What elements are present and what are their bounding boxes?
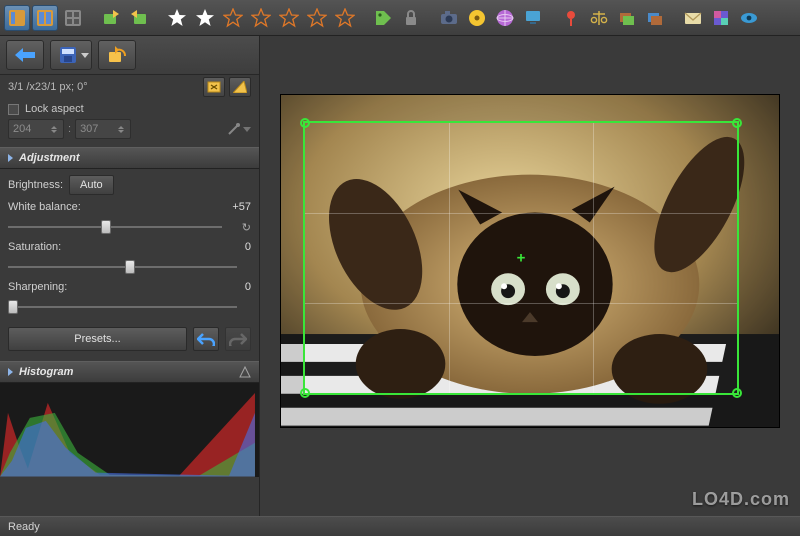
white-balance-value: +57 bbox=[232, 201, 251, 213]
star-outline-icon[interactable] bbox=[304, 5, 330, 31]
watermark-text: LO4D.com bbox=[692, 489, 790, 510]
back-button[interactable] bbox=[6, 40, 44, 70]
undo-button[interactable] bbox=[193, 327, 219, 351]
star-outline-icon[interactable] bbox=[220, 5, 246, 31]
dimension-separator: : bbox=[68, 123, 71, 135]
mail-icon[interactable] bbox=[680, 5, 706, 31]
chevron-down-icon bbox=[81, 51, 89, 59]
lock-aspect-checkbox[interactable] bbox=[8, 104, 19, 115]
image-out-icon[interactable] bbox=[98, 5, 124, 31]
image-stage[interactable]: + bbox=[280, 94, 780, 428]
disclosure-triangle-icon bbox=[8, 154, 13, 162]
lock-icon[interactable] bbox=[398, 5, 424, 31]
image-in-icon[interactable] bbox=[126, 5, 152, 31]
save-button[interactable] bbox=[50, 40, 92, 70]
sharpening-value: 0 bbox=[245, 281, 251, 293]
sharpening-label: Sharpening: bbox=[8, 281, 67, 293]
side-panel: 3/1 /x23/1 px; 0° Lock aspect 204 bbox=[0, 36, 260, 516]
brightness-label: Brightness: bbox=[8, 179, 63, 191]
crop-handle-tr[interactable] bbox=[732, 118, 742, 128]
wand-dropdown[interactable] bbox=[227, 122, 251, 136]
adjustment-section-header[interactable]: Adjustment bbox=[0, 147, 259, 169]
lock-aspect-label: Lock aspect bbox=[25, 103, 84, 115]
white-balance-slider[interactable] bbox=[8, 219, 236, 235]
view-dual-icon[interactable] bbox=[32, 5, 58, 31]
star-filled-icon[interactable] bbox=[164, 5, 190, 31]
height-input[interactable]: 307 bbox=[75, 119, 131, 139]
status-text: Ready bbox=[8, 521, 40, 533]
disclosure-triangle-icon bbox=[8, 368, 13, 376]
crop-icon-button[interactable] bbox=[229, 77, 251, 97]
eye-icon[interactable] bbox=[736, 5, 762, 31]
swatch-icon[interactable] bbox=[708, 5, 734, 31]
image-info-text: 3/1 /x23/1 px; 0° bbox=[8, 81, 88, 93]
revert-button[interactable] bbox=[98, 40, 136, 70]
crop-handle-tl[interactable] bbox=[300, 118, 310, 128]
redo-button bbox=[225, 327, 251, 351]
histogram-options-icon[interactable] bbox=[239, 366, 251, 378]
status-bar: Ready bbox=[0, 516, 800, 536]
monitor-icon[interactable] bbox=[520, 5, 546, 31]
width-input[interactable]: 204 bbox=[8, 119, 64, 139]
fit-icon-button[interactable] bbox=[203, 77, 225, 97]
crop-handle-br[interactable] bbox=[732, 388, 742, 398]
saturation-slider[interactable] bbox=[8, 259, 251, 275]
star-outline-icon[interactable] bbox=[276, 5, 302, 31]
sharpening-slider[interactable] bbox=[8, 299, 251, 315]
crop-handle-bl[interactable] bbox=[300, 388, 310, 398]
histogram-section-header[interactable]: Histogram bbox=[0, 361, 259, 383]
saturation-value: 0 bbox=[245, 241, 251, 253]
image-canvas[interactable]: + LO4D.com bbox=[260, 36, 800, 516]
globe-icon[interactable] bbox=[492, 5, 518, 31]
brightness-auto-button[interactable]: Auto bbox=[69, 175, 114, 195]
star-outline-icon[interactable] bbox=[332, 5, 358, 31]
view-browser-icon[interactable] bbox=[4, 5, 30, 31]
layers-1-icon[interactable] bbox=[614, 5, 640, 31]
star-outline-icon[interactable] bbox=[248, 5, 274, 31]
crop-center-icon: + bbox=[517, 251, 526, 266]
crop-rectangle[interactable]: + bbox=[305, 123, 737, 393]
camera-icon[interactable] bbox=[436, 5, 462, 31]
tag-icon[interactable] bbox=[370, 5, 396, 31]
spinner-icon[interactable] bbox=[51, 122, 59, 136]
presets-button[interactable]: Presets... bbox=[8, 327, 187, 351]
histogram-display bbox=[0, 383, 259, 477]
layers-2-icon[interactable] bbox=[642, 5, 668, 31]
pin-icon[interactable] bbox=[558, 5, 584, 31]
spinner-icon[interactable] bbox=[118, 122, 126, 136]
white-balance-label: White balance: bbox=[8, 201, 81, 213]
view-grid-icon[interactable] bbox=[60, 5, 86, 31]
reset-icon[interactable]: ↻ bbox=[242, 221, 251, 234]
balance-icon[interactable] bbox=[586, 5, 612, 31]
star-filled-icon[interactable] bbox=[192, 5, 218, 31]
main-toolbar bbox=[0, 0, 800, 36]
disc-icon[interactable] bbox=[464, 5, 490, 31]
saturation-label: Saturation: bbox=[8, 241, 61, 253]
